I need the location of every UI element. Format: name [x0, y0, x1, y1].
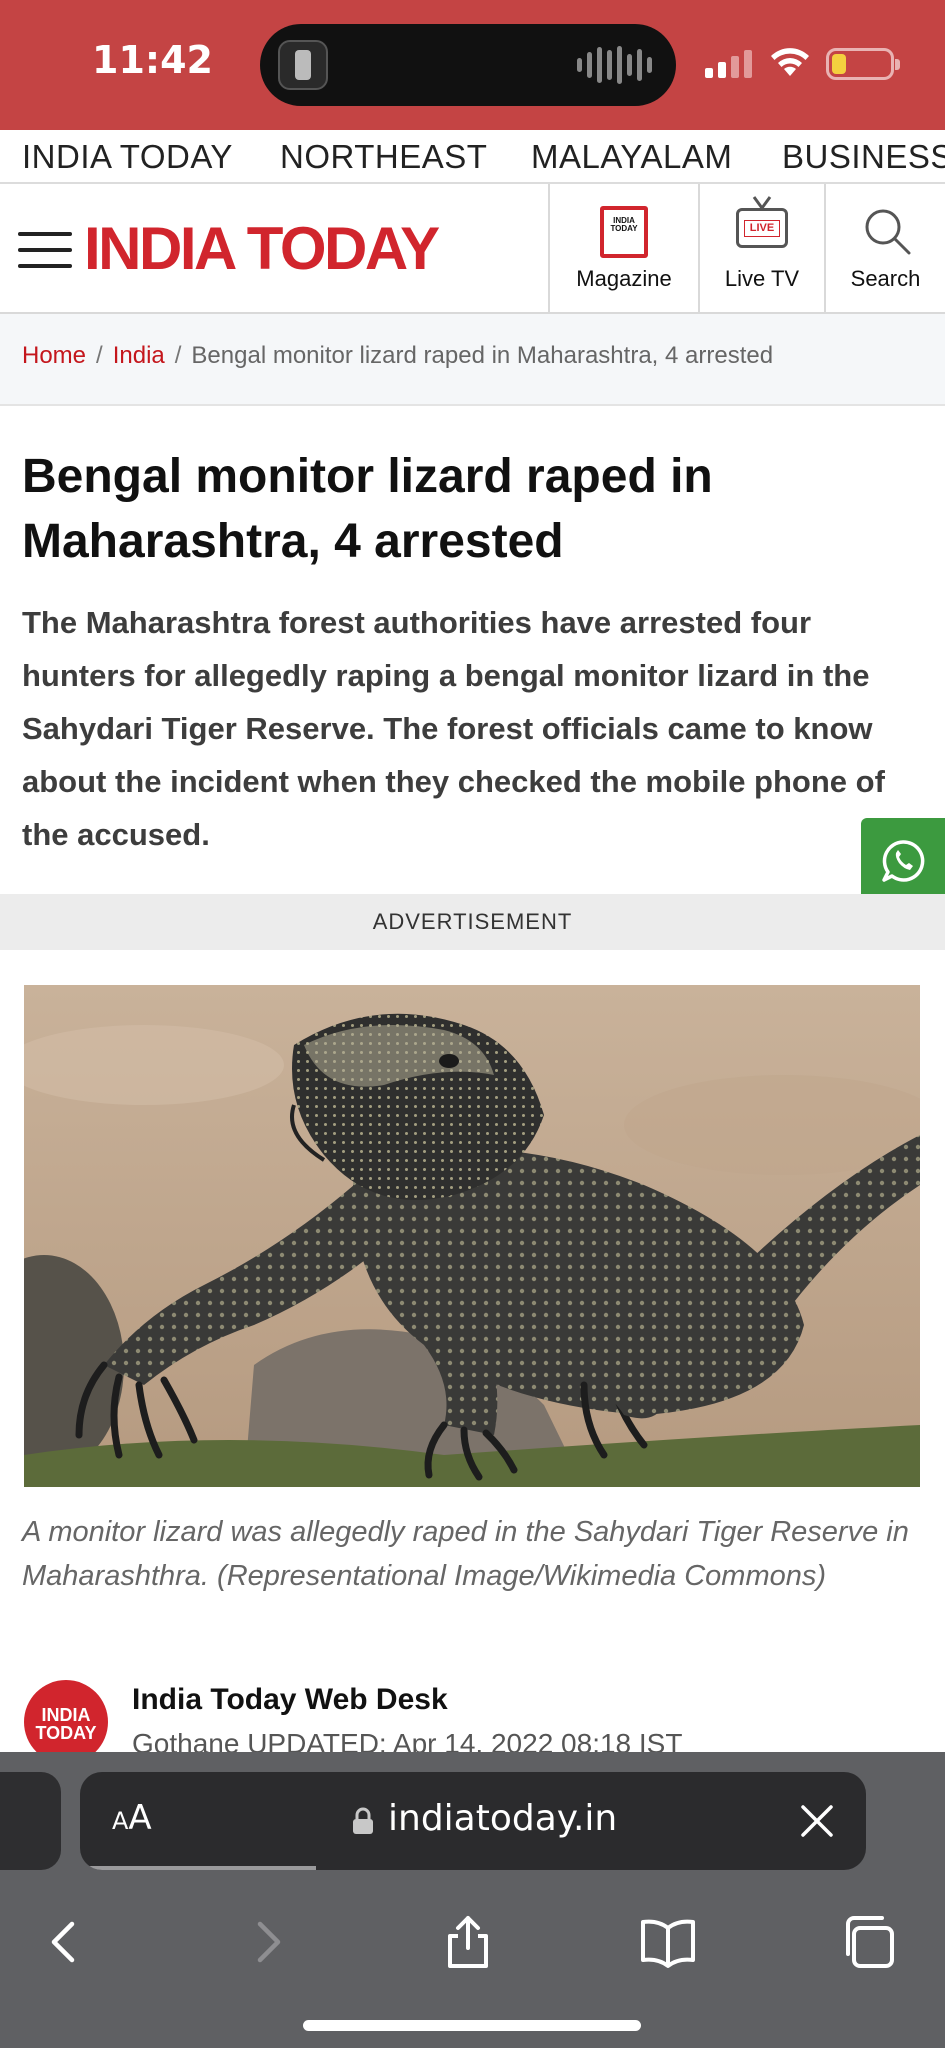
dynamic-island[interactable]: [260, 24, 676, 106]
section-nav-item[interactable]: BUSINESS: [782, 138, 945, 176]
page-load-progress: [80, 1866, 316, 1870]
battery-icon: [826, 48, 900, 80]
search-icon: [865, 209, 910, 255]
article-summary: The Maharashtra forest authorities have …: [22, 605, 885, 852]
whatsapp-icon: [882, 840, 925, 882]
live-tv-label: Live TV: [724, 266, 800, 291]
image-caption: A monitor lizard was allegedly raped in …: [22, 1516, 909, 1592]
browser-bottom-bar: AA indiatoday.in: [0, 1752, 945, 2048]
magazine-button[interactable]: Magazine: [548, 184, 698, 314]
breadcrumb-current: Bengal monitor lizard raped in Maharasht…: [191, 342, 774, 369]
magazine-label: Magazine: [576, 266, 672, 291]
section-nav-item[interactable]: NORTHEAST: [280, 138, 487, 176]
monitor-lizard-photo: [24, 985, 920, 1487]
article-image[interactable]: [24, 985, 920, 1487]
tabs-icon[interactable]: [840, 1912, 900, 1972]
breadcrumb-section[interactable]: India: [113, 342, 165, 369]
section-nav: INDIA TODAY NORTHEAST MALAYALAM BUSINESS: [0, 130, 945, 184]
battery-level: [832, 54, 846, 74]
status-time: 11:42: [92, 38, 213, 82]
page-settings-button[interactable]: AA: [112, 1798, 152, 1838]
aa-large-label: A: [128, 1798, 152, 1838]
aa-small-label: A: [112, 1807, 129, 1835]
breadcrumb-home[interactable]: Home: [22, 342, 86, 369]
breadcrumb: Home / India / Bengal monitor lizard raped i…: [0, 314, 945, 406]
forward-icon[interactable]: [238, 1912, 298, 1972]
status-bar: 11:42: [0, 0, 945, 130]
whatsapp-share-button[interactable]: [861, 818, 945, 904]
breadcrumb-separator: /: [96, 342, 103, 369]
live-tv-icon: LIVE: [736, 208, 788, 248]
browser-toolbar: [0, 1902, 945, 1992]
previous-tab-preview[interactable]: [0, 1772, 61, 1870]
article-headline: Bengal monitor lizard raped in Maharasht…: [22, 450, 713, 568]
site-logo[interactable]: INDIA TODAY: [84, 214, 440, 283]
advertisement-label: ADVERTISEMENT: [0, 894, 945, 950]
back-icon[interactable]: [34, 1912, 94, 1972]
url-text[interactable]: indiatoday.in: [388, 1798, 617, 1839]
breadcrumb-separator: /: [174, 342, 182, 369]
live-badge: LIVE: [744, 220, 780, 237]
now-playing-thumbnail: [278, 40, 328, 90]
author-name[interactable]: India Today Web Desk: [132, 1683, 448, 1717]
site-header: INDIA TODAY Magazine LIVE Live TV Search: [0, 184, 945, 314]
section-nav-item[interactable]: INDIA TODAY: [22, 138, 233, 176]
wifi-icon: [771, 48, 809, 76]
cellular-signal-icon: [705, 48, 752, 78]
magazine-icon: [600, 206, 648, 258]
home-indicator[interactable]: [303, 2020, 641, 2031]
bookmarks-icon[interactable]: [638, 1912, 698, 1972]
lock-icon: [353, 1807, 373, 1834]
audio-wave-icon: [577, 46, 652, 84]
close-icon[interactable]: [798, 1802, 836, 1840]
section-nav-item[interactable]: MALAYALAM: [531, 138, 732, 176]
address-bar[interactable]: AA indiatoday.in: [80, 1772, 866, 1870]
menu-icon[interactable]: [18, 232, 72, 268]
search-button[interactable]: Search: [824, 184, 945, 314]
share-icon[interactable]: [438, 1912, 498, 1972]
live-tv-button[interactable]: LIVE Live TV: [698, 184, 824, 314]
search-label: Search: [850, 266, 921, 291]
